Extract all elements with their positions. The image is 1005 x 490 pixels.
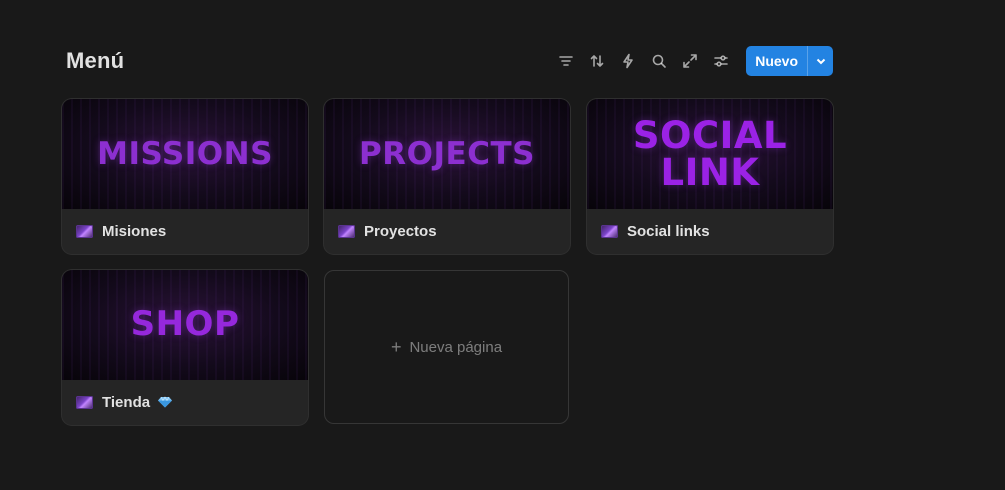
search-icon	[652, 54, 666, 68]
galaxy-page-icon	[338, 225, 355, 238]
gallery-card-tienda[interactable]: SHOP Tienda	[62, 270, 308, 425]
gallery-card-proyectos[interactable]: PROJECTS Proyectos	[324, 99, 570, 254]
view-toolbar: Nuevo	[552, 46, 833, 76]
new-page-card[interactable]: + Nueva página	[324, 270, 569, 424]
galaxy-page-icon	[76, 225, 93, 238]
page-title: Menú	[66, 48, 125, 73]
chevron-down-icon	[816, 58, 825, 65]
gallery-card-misiones[interactable]: MISSIONS Misiones	[62, 99, 308, 254]
new-button[interactable]: Nuevo	[746, 46, 807, 76]
filter-icon	[558, 56, 573, 66]
gem-icon	[158, 396, 173, 408]
card-cover: SOCIAL LINK	[587, 99, 833, 209]
cover-text: PROJECTS	[359, 135, 535, 172]
card-title: Misiones	[102, 223, 167, 240]
card-caption: Tienda	[62, 380, 308, 425]
cover-text: SOCIAL LINK	[632, 114, 788, 194]
new-dropdown-button[interactable]	[808, 46, 833, 76]
card-title: Tienda	[102, 394, 151, 411]
new-button-group: Nuevo	[746, 46, 833, 76]
view-header: Menú Nuevo	[66, 44, 833, 78]
gallery-card-social-links[interactable]: SOCIAL LINK Social links	[587, 99, 833, 254]
sort-icon	[590, 55, 604, 67]
automation-button[interactable]	[614, 47, 641, 75]
settings-sliders-icon	[713, 55, 728, 67]
automation-icon	[622, 53, 633, 69]
card-cover: PROJECTS	[324, 99, 570, 209]
new-page-label: Nueva página	[409, 338, 503, 356]
cover-text: SHOP	[130, 304, 240, 345]
settings-button[interactable]	[707, 47, 734, 75]
sort-button[interactable]	[583, 47, 610, 75]
cover-text: MISSIONS	[97, 135, 273, 172]
expand-button[interactable]	[676, 47, 703, 75]
search-button[interactable]	[645, 47, 672, 75]
card-title: Social links	[627, 223, 710, 240]
card-title: Proyectos	[364, 223, 437, 240]
card-cover: MISSIONS	[62, 99, 308, 209]
card-caption: Proyectos	[324, 209, 570, 254]
card-title-wrap: Tienda	[102, 394, 173, 411]
plus-icon: +	[390, 336, 402, 357]
card-cover: SHOP	[62, 270, 308, 380]
expand-icon	[682, 54, 697, 68]
card-caption: Social links	[587, 209, 833, 254]
card-caption: Misiones	[62, 209, 308, 254]
galaxy-page-icon	[601, 225, 618, 238]
galaxy-page-icon	[76, 396, 93, 409]
filter-button[interactable]	[552, 47, 579, 75]
